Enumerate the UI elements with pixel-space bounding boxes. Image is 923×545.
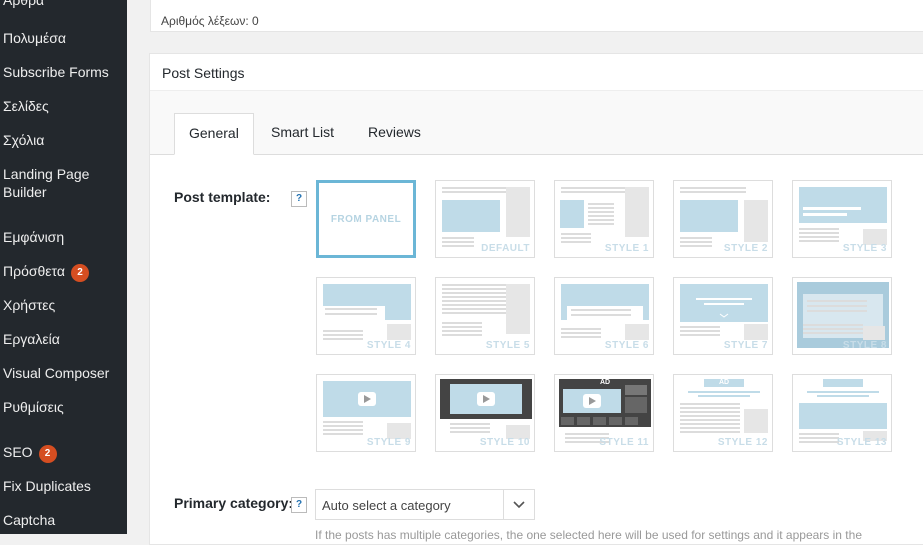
template-name: STYLE 8	[842, 340, 887, 351]
sidebar-item-pages[interactable]: Σελίδες	[3, 97, 49, 115]
tab-smart-list[interactable]: Smart List	[257, 113, 348, 154]
primary-category-hint: If the posts has multiple categories, th…	[315, 528, 862, 542]
post-template-option[interactable]: STYLE 6	[554, 277, 654, 355]
template-name: STYLE 5	[485, 340, 530, 351]
sidebar-item-label: Visual Composer	[3, 365, 110, 381]
post-template-option[interactable]: FROM PANEL	[316, 180, 416, 258]
panel-title: Post Settings	[162, 65, 245, 81]
post-template-label: Post template:	[174, 189, 271, 205]
main-content: Αριθμός λέξεων: 0 Post Settings General …	[127, 0, 923, 545]
sidebar-item-label: Subscribe Forms	[3, 64, 109, 80]
post-template-option[interactable]: STYLE 9	[316, 374, 416, 452]
ad-placeholder-label: AD	[718, 379, 730, 386]
sidebar-item-seo[interactable]: SEO 2	[3, 443, 57, 463]
template-name: STYLE 7	[723, 340, 768, 351]
sidebar-item-label: Captcha	[3, 512, 56, 528]
sidebar-item-label: Σχόλια	[3, 132, 45, 148]
panel-header[interactable]: Post Settings	[150, 54, 923, 91]
sidebar-item-label: Πολυμέσα	[3, 30, 66, 46]
sidebar-item-media[interactable]: Πολυμέσα	[3, 29, 66, 47]
sidebar-item-label: Χρήστες	[3, 297, 56, 313]
post-template-option[interactable]: STYLE 8	[792, 277, 892, 355]
template-name: STYLE 11	[599, 437, 649, 448]
post-template-option[interactable]: AD STYLE 11	[554, 374, 654, 452]
primary-category-value: Auto select a category	[322, 498, 451, 513]
sidebar-item-captcha[interactable]: Captcha	[3, 511, 55, 529]
help-icon[interactable]: ?	[291, 191, 307, 207]
sidebar-item-landing-page-builder[interactable]: Landing Page Builder	[3, 165, 89, 201]
template-name: STYLE 3	[842, 243, 887, 254]
sidebar-item-fix-duplicates[interactable]: Fix Duplicates	[3, 477, 91, 495]
help-icon[interactable]: ?	[291, 497, 307, 513]
template-name: FROM PANEL	[330, 214, 402, 225]
post-template-option[interactable]: STYLE 2	[673, 180, 773, 258]
post-template-option[interactable]: STYLE 5	[435, 277, 535, 355]
template-name: STYLE 1	[604, 243, 649, 254]
sidebar-item-label: Builder	[3, 184, 47, 200]
post-template-option[interactable]: STYLE 7	[673, 277, 773, 355]
template-name: STYLE 10	[479, 437, 530, 448]
sidebar-item-label: Σελίδες	[3, 98, 49, 114]
post-template-option[interactable]: STYLE 4	[316, 277, 416, 355]
template-name: STYLE 12	[717, 437, 768, 448]
sidebar-item-settings[interactable]: Ρυθμίσεις	[3, 398, 64, 416]
template-name: DEFAULT	[481, 243, 530, 254]
sidebar-item-visual-composer[interactable]: Visual Composer	[3, 364, 109, 382]
post-template-option[interactable]: AD STYLE 12	[673, 374, 773, 452]
template-name: STYLE 6	[604, 340, 649, 351]
template-name: STYLE 13	[836, 437, 887, 448]
tab-reviews[interactable]: Reviews	[354, 113, 435, 154]
settings-tabs: General Smart List Reviews	[150, 91, 923, 155]
sidebar-item-label: Ρυθμίσεις	[3, 399, 64, 415]
sidebar-item-label: Εμφάνιση	[3, 229, 65, 245]
ad-placeholder-label: AD	[599, 379, 611, 386]
editor-status-bar: Αριθμός λέξεων: 0	[150, 0, 923, 32]
sidebar-item-subscribe-forms[interactable]: Subscribe Forms	[3, 63, 109, 81]
sidebar-item-users[interactable]: Χρήστες	[3, 296, 55, 314]
post-template-option[interactable]: STYLE 3	[792, 180, 892, 258]
primary-category-select[interactable]: Auto select a category	[315, 489, 535, 520]
sidebar-item-label: Εργαλεία	[3, 331, 60, 347]
sidebar-item-appearance[interactable]: Εμφάνιση	[3, 228, 64, 246]
chevron-down-icon	[503, 490, 534, 519]
sidebar-item-label: Άρθρα	[3, 0, 45, 8]
sidebar-item-posts[interactable]: Άρθρα	[3, 0, 44, 9]
seo-notification-badge: 2	[38, 445, 57, 463]
post-template-option[interactable]: STYLE 10	[435, 374, 535, 452]
template-name: STYLE 4	[366, 340, 411, 351]
sidebar-item-comments[interactable]: Σχόλια	[3, 131, 44, 149]
word-count: Αριθμός λέξεων: 0	[161, 14, 259, 28]
sidebar-item-tools[interactable]: Εργαλεία	[3, 330, 60, 348]
tab-general[interactable]: General	[174, 113, 254, 155]
sidebar-item-label: SEO	[3, 444, 33, 460]
update-count-badge: 2	[70, 264, 89, 282]
post-template-option[interactable]: DEFAULT	[435, 180, 535, 258]
primary-category-label: Primary category:	[174, 495, 294, 511]
sidebar-item-plugins[interactable]: Πρόσθετα 2	[3, 262, 89, 282]
template-name: STYLE 9	[366, 437, 411, 448]
post-settings-panel: Post Settings General Smart List Reviews…	[149, 53, 923, 545]
admin-sidebar: Άρθρα Πολυμέσα Subscribe Forms Σελίδες Σ…	[0, 0, 127, 534]
template-name: STYLE 2	[723, 243, 768, 254]
sidebar-item-label: Landing Page	[3, 166, 90, 182]
sidebar-item-label: Fix Duplicates	[3, 478, 91, 494]
post-template-option[interactable]: STYLE 1	[554, 180, 654, 258]
sidebar-item-label: Πρόσθετα	[3, 263, 65, 279]
post-template-option[interactable]: STYLE 13	[792, 374, 892, 452]
